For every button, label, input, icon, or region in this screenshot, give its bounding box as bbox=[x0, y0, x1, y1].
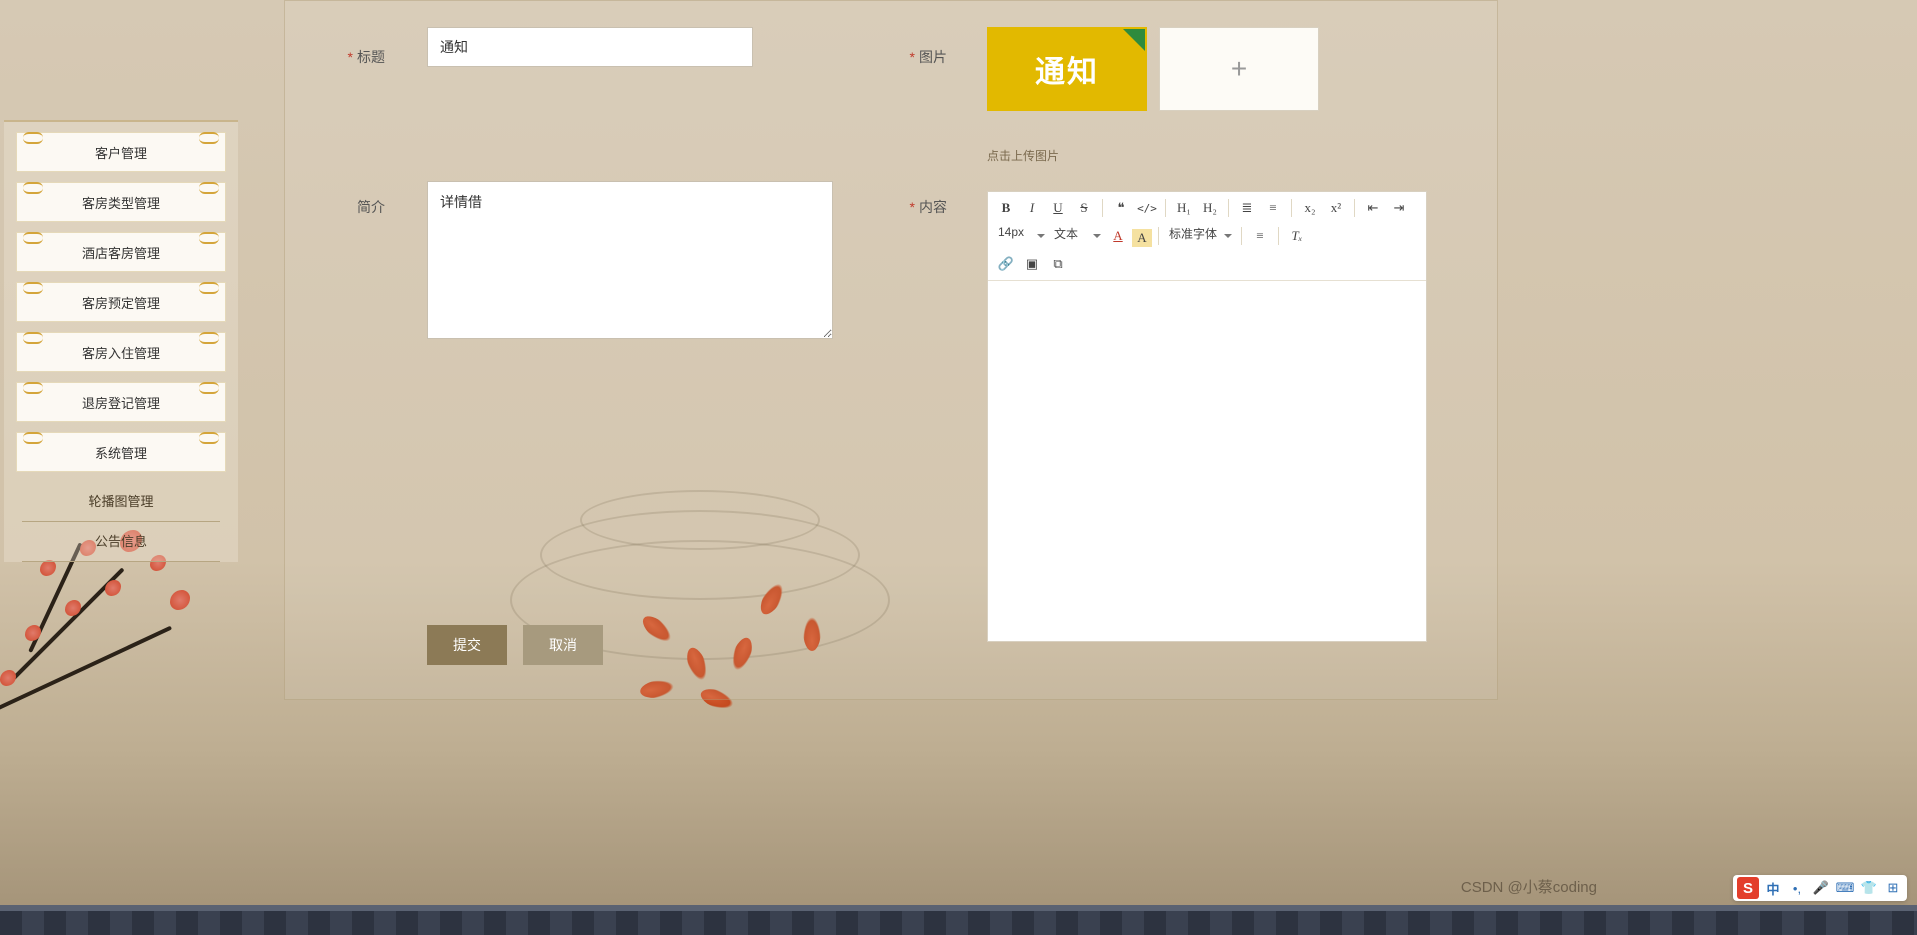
quote-icon[interactable]: ❝ bbox=[1109, 196, 1133, 220]
font-family-select[interactable]: 标准字体 bbox=[1165, 225, 1235, 247]
underline-icon[interactable]: U bbox=[1046, 196, 1070, 220]
h1-icon[interactable]: H₁ bbox=[1172, 196, 1196, 220]
indent-increase-icon[interactable]: ⇥ bbox=[1387, 196, 1411, 220]
sidebar-sub-label: 轮播图管理 bbox=[88, 494, 153, 509]
ime-lang-button[interactable]: 中 bbox=[1763, 878, 1783, 898]
sidebar-item-label: 客户管理 bbox=[95, 143, 147, 162]
sidebar-sub-label: 公告信息 bbox=[95, 534, 147, 549]
superscript-icon[interactable]: x² bbox=[1324, 196, 1348, 220]
sidebar-item-checkin[interactable]: 客房入住管理 bbox=[16, 332, 226, 372]
image-thumbnail-text: 通知 bbox=[1035, 47, 1099, 91]
ime-punct-icon[interactable]: •, bbox=[1787, 878, 1807, 898]
form-panel: 标题 图片 通知 + 点击上传图片 简介 内容 B I U S ❝ </> bbox=[284, 0, 1498, 700]
sidebar-item-label: 客房类型管理 bbox=[82, 193, 160, 212]
submit-button[interactable]: 提交 bbox=[427, 625, 507, 665]
bold-icon[interactable]: B bbox=[994, 196, 1018, 220]
sidebar: 客户管理 客房类型管理 酒店客房管理 客房预定管理 客房入住管理 退房登记管理 … bbox=[4, 120, 238, 562]
sidebar-item-hotel-room[interactable]: 酒店客房管理 bbox=[16, 232, 226, 272]
sidebar-sub-carousel[interactable]: 轮播图管理 bbox=[22, 482, 220, 522]
image-corner-badge bbox=[1123, 29, 1145, 51]
code-icon[interactable]: </> bbox=[1135, 196, 1159, 220]
ime-toolbar: S 中 •, 🎤 ⌨ 👕 ⊞ bbox=[1733, 875, 1907, 901]
editor-toolbar: B I U S ❝ </> H₁ H₂ ≣ ≡ x₂ x² ⇤ ⇥ 14px 文… bbox=[988, 192, 1426, 281]
font-size-select[interactable]: 14px bbox=[994, 225, 1048, 247]
rich-text-editor: B I U S ❝ </> H₁ H₂ ≣ ≡ x₂ x² ⇤ ⇥ 14px 文… bbox=[987, 191, 1427, 642]
title-input[interactable] bbox=[427, 27, 753, 67]
content-label: 内容 bbox=[907, 197, 947, 217]
sidebar-item-label: 客房入住管理 bbox=[82, 343, 160, 362]
unordered-list-icon[interactable]: ≡ bbox=[1261, 196, 1285, 220]
editor-content[interactable] bbox=[988, 281, 1426, 641]
sidebar-item-reservation[interactable]: 客房预定管理 bbox=[16, 282, 226, 322]
watermark-text: CSDN @小蔡coding bbox=[1461, 876, 1597, 897]
image-thumbnail[interactable]: 通知 bbox=[987, 27, 1147, 111]
image-label: 图片 bbox=[907, 47, 947, 67]
sidebar-item-system[interactable]: 系统管理 bbox=[16, 432, 226, 472]
h2-icon[interactable]: H₂ bbox=[1198, 196, 1222, 220]
clear-format-icon[interactable]: Tₓ bbox=[1285, 224, 1309, 248]
image-hint: 点击上传图片 bbox=[987, 147, 1059, 164]
image-add-button[interactable]: + bbox=[1159, 27, 1319, 111]
sidebar-item-customer[interactable]: 客户管理 bbox=[16, 132, 226, 172]
sidebar-item-label: 客房预定管理 bbox=[82, 293, 160, 312]
title-label: 标题 bbox=[345, 47, 385, 67]
image-icon[interactable]: ▣ bbox=[1020, 252, 1044, 276]
plus-icon: + bbox=[1231, 53, 1247, 85]
font-color-icon[interactable]: A bbox=[1106, 224, 1130, 248]
intro-textarea[interactable] bbox=[427, 181, 833, 339]
sidebar-item-room-type[interactable]: 客房类型管理 bbox=[16, 182, 226, 222]
sidebar-item-checkout[interactable]: 退房登记管理 bbox=[16, 382, 226, 422]
ime-logo-icon[interactable]: S bbox=[1737, 877, 1759, 899]
intro-label: 简介 bbox=[345, 197, 385, 217]
ime-keyboard-icon[interactable]: ⌨ bbox=[1835, 878, 1855, 898]
indent-decrease-icon[interactable]: ⇤ bbox=[1361, 196, 1385, 220]
sidebar-item-label: 退房登记管理 bbox=[82, 393, 160, 412]
ime-mic-icon[interactable]: 🎤 bbox=[1811, 878, 1831, 898]
sidebar-item-label: 酒店客房管理 bbox=[82, 243, 160, 262]
ime-toolbox-icon[interactable]: ⊞ bbox=[1883, 878, 1903, 898]
align-icon[interactable]: ≡ bbox=[1248, 224, 1272, 248]
link-icon[interactable]: 🔗 bbox=[994, 252, 1018, 276]
video-icon[interactable]: ⧉ bbox=[1046, 252, 1070, 276]
cancel-button[interactable]: 取消 bbox=[523, 625, 603, 665]
strike-icon[interactable]: S bbox=[1072, 196, 1096, 220]
ime-skin-icon[interactable]: 👕 bbox=[1859, 878, 1879, 898]
bg-color-icon[interactable]: A bbox=[1132, 229, 1152, 247]
ordered-list-icon[interactable]: ≣ bbox=[1235, 196, 1259, 220]
font-kind-select[interactable]: 文本 bbox=[1050, 225, 1104, 247]
sidebar-item-label: 系统管理 bbox=[95, 443, 147, 462]
sidebar-sub-announcement[interactable]: 公告信息 bbox=[22, 522, 220, 562]
subscript-icon[interactable]: x₂ bbox=[1298, 196, 1322, 220]
roof-decoration bbox=[0, 905, 1917, 935]
italic-icon[interactable]: I bbox=[1020, 196, 1044, 220]
